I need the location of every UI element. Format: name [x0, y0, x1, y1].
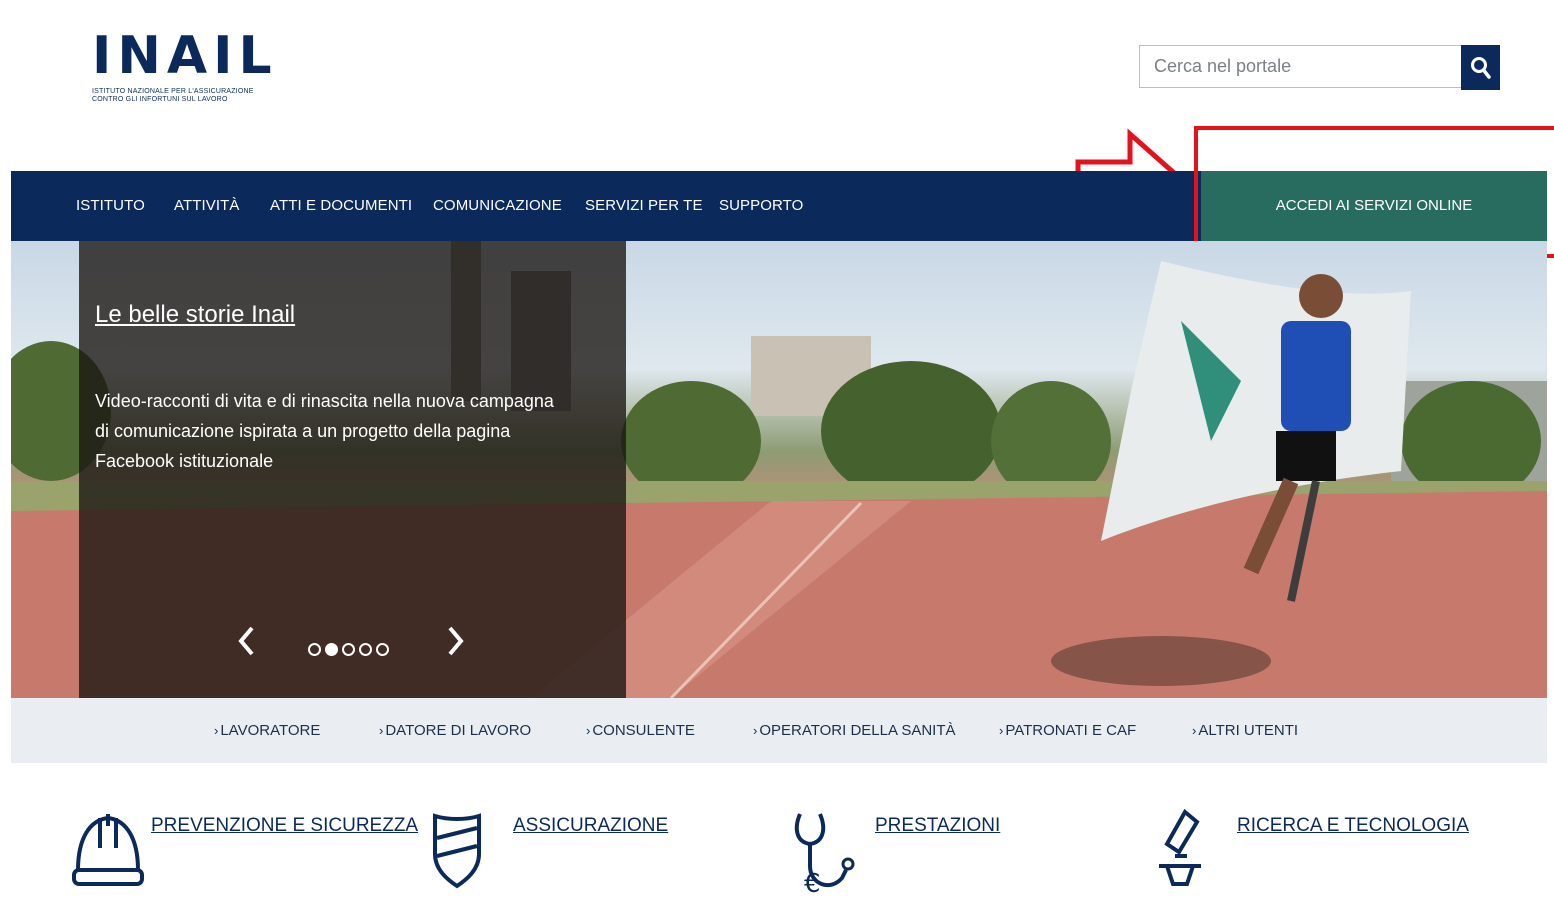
- audience-link-operatori-della-sanita[interactable]: › OPERATORI DELLA SANITÀ: [753, 698, 956, 763]
- nav-item-supporto[interactable]: SUPPORTO: [719, 171, 803, 241]
- audience-label: DATORE DI LAVORO: [385, 722, 532, 739]
- audience-label: ALTRI UTENTI: [1198, 722, 1299, 739]
- svg-text:€: €: [804, 869, 821, 899]
- chevron-right-icon: ›: [753, 723, 758, 738]
- search-icon: [1470, 56, 1491, 79]
- hero-description: Video-racconti di vita e di rinascita ne…: [95, 391, 554, 471]
- stethoscope-euro-icon: €: [794, 813, 855, 899]
- nav-item-istituto[interactable]: ISTITUTO: [76, 171, 145, 241]
- nav-item-atti-e-documenti[interactable]: ATTI E DOCUMENTI: [270, 171, 412, 241]
- section-link-prevenzione-e-sicurezza[interactable]: PREVENZIONE E SICUREZZA: [151, 815, 418, 837]
- carousel-dot[interactable]: [359, 643, 372, 656]
- inail-logo[interactable]: INAIL Istituto nazionale per l'assicuraz…: [92, 26, 278, 118]
- carousel-dots: [308, 643, 389, 656]
- audience-label: LAVORATORE: [220, 722, 321, 739]
- nav-item-comunicazione[interactable]: COMUNICAZIONE: [433, 171, 562, 241]
- audience-link-lavoratore[interactable]: › LAVORATORE: [214, 698, 320, 763]
- section-link-ricerca-e-tecnologia[interactable]: RICERCA E TECNOLOGIA: [1237, 815, 1469, 837]
- audience-bar: › LAVORATORE › DATORE DI LAVORO › CONSULENT…: [11, 698, 1547, 763]
- audience-link-patronati-e-caf[interactable]: › PATRONATI E CAF: [999, 698, 1136, 763]
- carousel-dot[interactable]: [308, 643, 321, 656]
- carousel-prev-button[interactable]: [232, 621, 260, 661]
- chevron-right-icon: ›: [999, 723, 1004, 738]
- logo-wordmark: INAIL: [92, 26, 278, 86]
- carousel-dot-active[interactable]: [325, 643, 338, 656]
- audience-label: PATRONATI E CAF: [1005, 722, 1137, 739]
- highlight-frame: [1194, 126, 1554, 258]
- shield-icon: [433, 813, 481, 889]
- chevron-right-icon: ›: [214, 723, 219, 738]
- hero-caption-panel: Le belle storie Inail Video-racconti di …: [79, 241, 626, 698]
- microscope-icon: [1159, 808, 1201, 886]
- nav-item-attivita[interactable]: ATTIVITÀ: [174, 171, 240, 241]
- audience-label: CONSULENTE: [592, 722, 695, 739]
- carousel-dot[interactable]: [376, 643, 389, 656]
- audience-link-altri-utenti[interactable]: › ALTRI UTENTI: [1192, 698, 1298, 763]
- logo-subtitle: Istituto nazionale per l'assicurazione c…: [92, 88, 254, 103]
- hero-title-link[interactable]: Le belle storie Inail: [95, 301, 295, 329]
- nav-item-servizi-per-te[interactable]: SERVIZI PER TE: [585, 171, 703, 241]
- audience-link-datore-di-lavoro[interactable]: › DATORE DI LAVORO: [379, 698, 531, 763]
- chevron-right-icon: ›: [586, 723, 591, 738]
- hero-carousel: Le belle storie Inail Video-racconti di …: [11, 241, 1547, 698]
- audience-link-consulente[interactable]: › CONSULENTE: [586, 698, 695, 763]
- chevron-right-icon: [448, 626, 464, 656]
- audience-label: OPERATORI DELLA SANITÀ: [759, 722, 956, 739]
- section-link-prestazioni[interactable]: PRESTAZIONI: [875, 815, 1000, 837]
- search-button[interactable]: [1461, 45, 1500, 90]
- section-link-assicurazione[interactable]: ASSICURAZIONE: [513, 815, 668, 837]
- chevron-right-icon: ›: [379, 723, 384, 738]
- carousel-dot[interactable]: [342, 643, 355, 656]
- search-input[interactable]: [1139, 45, 1461, 88]
- chevron-right-icon: ›: [1192, 723, 1197, 738]
- carousel-next-button[interactable]: [442, 621, 470, 661]
- chevron-left-icon: [238, 626, 254, 656]
- search-form: [1139, 45, 1502, 90]
- helmet-icon: [72, 814, 144, 886]
